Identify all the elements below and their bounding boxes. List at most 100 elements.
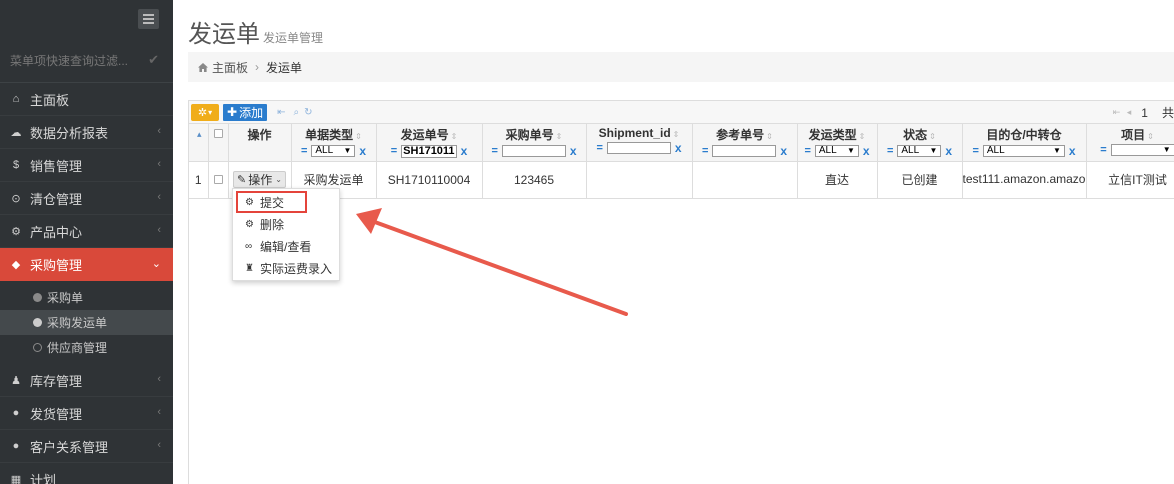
status-filter-select[interactable]: ALL ▼ — [897, 145, 942, 157]
equals-operator[interactable]: = — [702, 145, 708, 157]
header-ship-type[interactable]: 发运类型 ⇕ = ALL ▼ x — [797, 124, 878, 162]
operations-button[interactable]: ✎ 操作 ⌄ — [233, 171, 286, 188]
sort-icon[interactable]: ⇕ — [556, 132, 563, 141]
sort-icon[interactable]: ⇕ — [859, 132, 866, 141]
shipment-no-filter-input[interactable]: SH171011 — [401, 144, 457, 158]
settings-dropdown-button[interactable]: ✲ ▾ — [191, 103, 219, 121]
sidebar-item-plan[interactable]: ▦ 计划 — [0, 463, 173, 484]
sidebar-item-label: 发货管理 — [30, 406, 83, 422]
clear-filter-icon[interactable]: x — [675, 141, 682, 155]
sort-up-icon[interactable]: ▴ — [197, 129, 202, 139]
equals-operator[interactable]: = — [301, 145, 307, 157]
chevron-left-icon: ‹ — [157, 373, 161, 385]
page-number-input[interactable]: 1 — [1141, 106, 1148, 120]
pager: ⇤ ◂ 1 共 — [1113, 104, 1174, 121]
header-doc-type[interactable]: 单据类型 ⇕ = ALL ▼ x — [291, 124, 377, 162]
clear-filter-icon[interactable]: x — [359, 144, 366, 158]
doc-type-filter-select[interactable]: ALL ▼ — [311, 145, 356, 157]
clear-filter-icon[interactable]: x — [863, 144, 870, 158]
cell-status: 已创建 — [877, 161, 963, 199]
equals-operator[interactable]: = — [391, 145, 397, 157]
refresh-icon[interactable]: ↻ — [304, 107, 312, 118]
ref-no-filter-input[interactable] — [712, 145, 777, 157]
clear-filter-icon[interactable]: x — [945, 144, 952, 158]
sidebar-item-label: 产品中心 — [30, 224, 83, 240]
header-warehouse[interactable]: 目的仓/中转仓 = ALL ▼ x — [962, 124, 1087, 162]
menu-search-placeholder: 菜单项快速查询过滤... — [10, 53, 129, 68]
sort-icon[interactable]: ⇕ — [355, 132, 362, 141]
sort-icon[interactable]: ⇕ — [451, 132, 458, 141]
sidebar-item-dashboard[interactable]: ⌂ 主面板 — [0, 83, 173, 116]
sidebar-item-inventory[interactable]: ♟ 库存管理 ‹ — [0, 364, 173, 397]
menu-item-submit[interactable]: ⚙ 提交 — [236, 191, 307, 213]
sidebar-item-delivery[interactable]: ● 发货管理 ‹ — [0, 397, 173, 430]
column-label: 采购单号 — [505, 128, 554, 142]
menu-search-input[interactable]: 菜单项快速查询过滤... ✔ — [0, 38, 173, 82]
select-value: ALL — [986, 145, 1005, 156]
plus-icon: ✚ — [227, 105, 238, 119]
equals-operator[interactable]: = — [596, 142, 602, 154]
sidebar-item-label: 采购管理 — [30, 258, 83, 273]
sidebar-subitem-purchase-order[interactable]: 采购单 — [0, 285, 173, 310]
menu-item-delete[interactable]: ⚙ 删除 — [233, 213, 339, 235]
sort-icon[interactable]: ⇕ — [766, 132, 773, 141]
pager-first-prev-icon[interactable]: ⇤ ◂ — [1113, 107, 1134, 118]
filter-po-no: = x — [483, 144, 586, 158]
clear-filter-icon[interactable]: x — [1069, 144, 1076, 158]
equals-operator[interactable]: = — [887, 145, 893, 157]
shipment-id-filter-input[interactable] — [606, 142, 671, 154]
breadcrumb-home-link[interactable]: 主面板 — [212, 59, 248, 76]
sort-icon[interactable]: ⇕ — [1147, 132, 1154, 141]
sidebar-subitem-suppliers[interactable]: 供应商管理 — [0, 335, 173, 360]
menu-toggle-icon[interactable] — [138, 9, 159, 29]
menu-item-edit-view[interactable]: ∞ 编辑/查看 — [233, 235, 339, 257]
equals-operator[interactable]: = — [491, 145, 497, 157]
sort-icon[interactable]: ⇕ — [673, 130, 680, 139]
equals-operator[interactable]: = — [804, 145, 810, 157]
header-row: ▴ 操作 单据类型 ⇕ = ALL ▼ x 发运单号 ⇕ = SH171011 x 采购单号 ⇕… — [189, 124, 1174, 162]
clear-filter-icon[interactable]: x — [461, 144, 468, 158]
select-value: ALL — [901, 145, 920, 156]
header-shipment-id[interactable]: Shipment_id ⇕ = x — [586, 124, 693, 162]
search-icon[interactable]: ⌕ — [293, 107, 299, 118]
header-operations: 操作 — [228, 124, 292, 162]
project-filter-select[interactable]: ▼ — [1110, 144, 1174, 156]
sidebar-item-label: 客户关系管理 — [30, 439, 109, 455]
column-label: 目的仓/中转仓 — [986, 128, 1062, 142]
add-button[interactable]: ✚ 添加 — [223, 103, 268, 121]
equals-operator[interactable]: = — [972, 145, 978, 157]
sidebar-item-products[interactable]: ⚙ 产品中心 ‹ — [0, 215, 173, 248]
add-button-label: 添加 — [239, 105, 264, 120]
clear-filter-icon[interactable]: x — [570, 144, 577, 158]
po-no-filter-input[interactable] — [501, 145, 566, 157]
filter-project: = ▼ — [1087, 144, 1174, 156]
sort-icon[interactable]: ⇕ — [929, 132, 936, 141]
sidebar-item-sales[interactable]: $ 销售管理 ‹ — [0, 149, 173, 182]
menu-item-actual-freight[interactable]: ♜ 实际运费录入 — [233, 257, 339, 279]
header-project[interactable]: 项目 ⇕ = ▼ — [1086, 124, 1174, 162]
column-label: 发运类型 — [808, 128, 857, 142]
header-po-no[interactable]: 采购单号 ⇕ = x — [482, 124, 587, 162]
sidebar-item-reports[interactable]: ☁ 数据分析报表 ‹ — [0, 116, 173, 149]
warehouse-filter-select[interactable]: ALL ▼ — [982, 145, 1065, 157]
filter-shipment-id: = x — [587, 141, 692, 155]
ship-type-filter-select[interactable]: ALL ▼ — [814, 145, 859, 157]
equals-operator[interactable]: = — [1100, 144, 1106, 156]
check-icon[interactable]: ✔ — [148, 52, 159, 68]
sidebar-item-crm[interactable]: ● 客户关系管理 ‹ — [0, 430, 173, 463]
sidebar-item-label: 库存管理 — [30, 373, 83, 389]
sidebar-subitem-purchase-shipment[interactable]: 采购发运单 — [0, 310, 173, 335]
chevron-left-icon: ‹ — [157, 439, 161, 451]
header-ref-no[interactable]: 参考单号 ⇕ = x — [692, 124, 798, 162]
column-resize-icon[interactable]: ⇤ — [277, 107, 285, 118]
select-value: ALL — [315, 145, 334, 156]
header-status[interactable]: 状态 ⇕ = ALL ▼ x — [877, 124, 963, 162]
clear-filter-icon[interactable]: x — [780, 144, 787, 158]
caret-down-icon: ▼ — [929, 146, 938, 155]
select-all-checkbox[interactable] — [213, 129, 223, 138]
header-shipment-no[interactable]: 发运单号 ⇕ = SH171011 x — [376, 124, 483, 162]
sidebar-item-purchasing[interactable]: ◆ 采购管理 ⌄ — [0, 248, 173, 281]
sidebar-item-clearance[interactable]: ⊙ 清仓管理 ‹ — [0, 182, 173, 215]
row-checkbox[interactable] — [213, 174, 223, 184]
header-select-all — [208, 124, 229, 162]
